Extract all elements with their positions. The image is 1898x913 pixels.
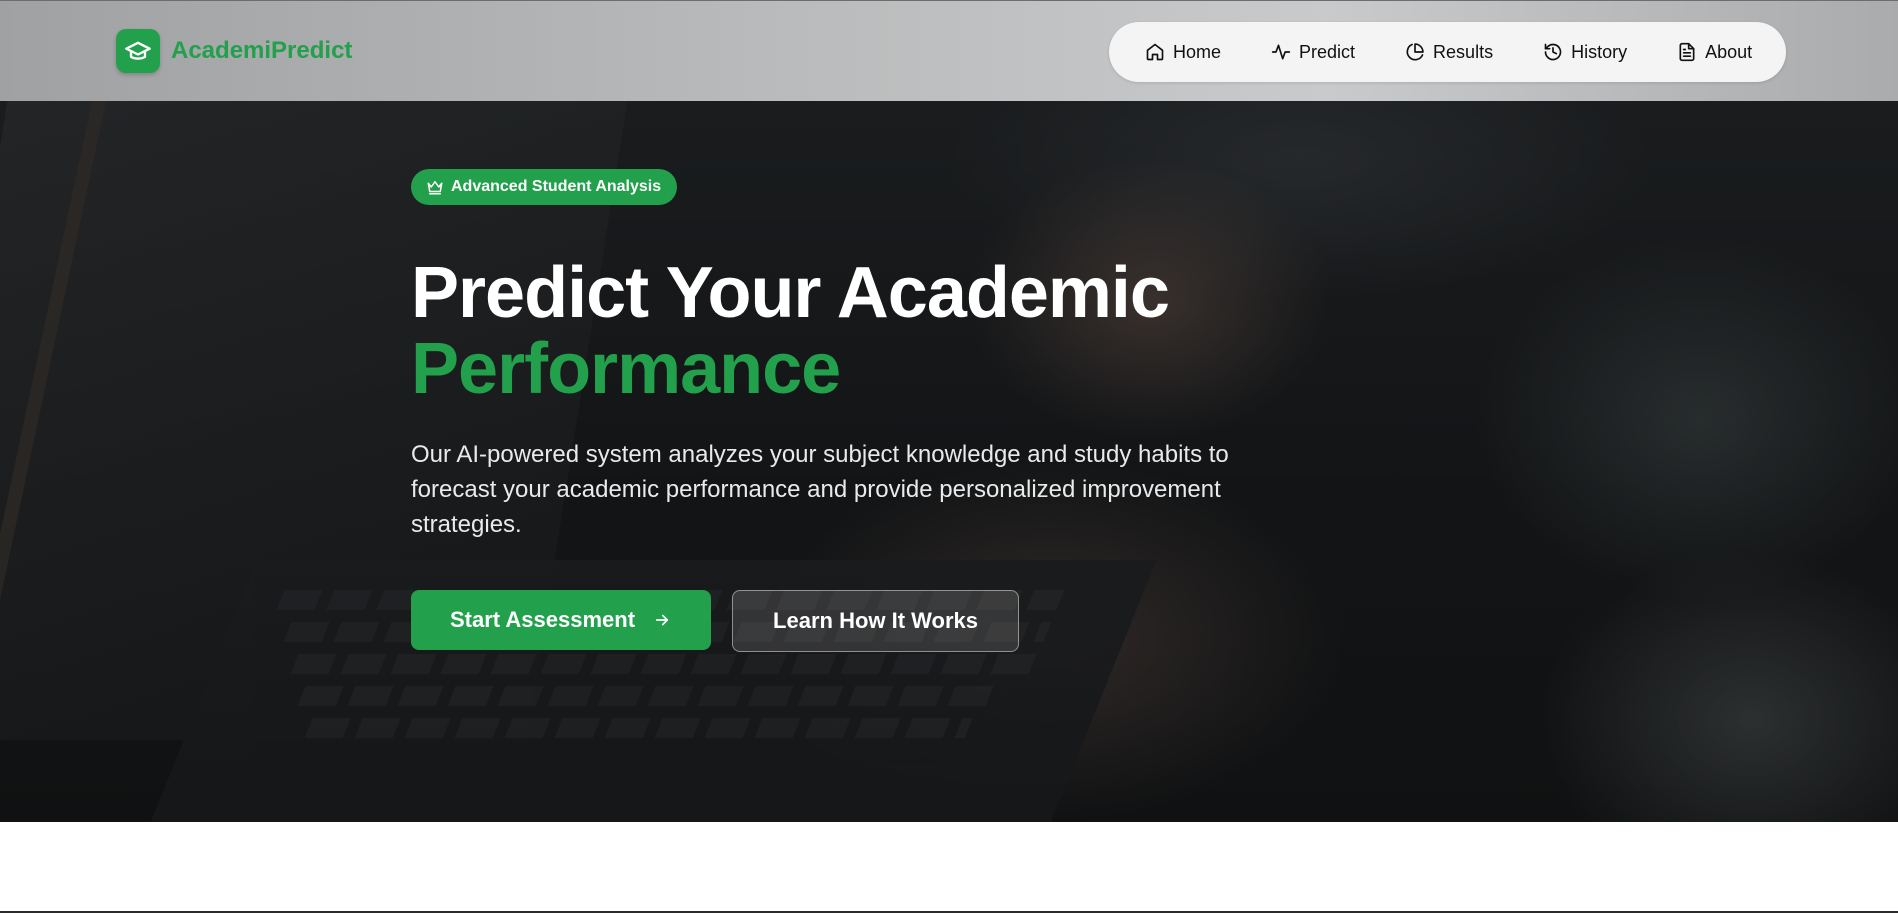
site-header: AcademiPredict Home Predict Results Hist… — [0, 0, 1898, 101]
home-icon — [1145, 42, 1165, 62]
pie-chart-icon — [1405, 42, 1425, 62]
nav-item-label: History — [1571, 41, 1628, 62]
crown-icon — [426, 178, 444, 196]
hero-title-accent: Performance — [411, 329, 841, 409]
arrow-right-icon — [653, 611, 671, 629]
hero-badge-label: Advanced Student Analysis — [451, 178, 662, 195]
hero-section: Advanced Student Analysis Predict Your A… — [0, 0, 1898, 822]
hero-title-line1: Predict Your Academic — [411, 253, 1170, 333]
nav-item-label: Predict — [1299, 41, 1356, 62]
hero-cta-row: Start Assessment Learn How It Works — [411, 590, 1251, 652]
brand[interactable]: AcademiPredict — [116, 29, 352, 73]
hero-description: Our AI-powered system analyzes your subj… — [411, 441, 1229, 538]
hero-title: Predict Your Academic Performance — [411, 255, 1251, 407]
nav-item-home[interactable]: Home — [1145, 42, 1221, 63]
nav-item-results[interactable]: Results — [1405, 42, 1493, 63]
start-assessment-label: Start Assessment — [450, 607, 636, 632]
hero-badge: Advanced Student Analysis — [411, 169, 678, 205]
main-nav: Home Predict Results History About — [1109, 22, 1786, 82]
graduation-cap-icon — [116, 29, 160, 73]
nav-item-label: Results — [1433, 41, 1494, 62]
nav-item-label: About — [1705, 41, 1753, 62]
history-icon — [1543, 42, 1563, 62]
nav-item-history[interactable]: History — [1543, 42, 1627, 63]
nav-item-about[interactable]: About — [1677, 42, 1752, 63]
learn-how-it-works-label: Learn How It Works — [773, 608, 979, 633]
hero-content: Advanced Student Analysis Predict Your A… — [411, 169, 1251, 652]
learn-how-it-works-button[interactable]: Learn How It Works — [732, 590, 1020, 652]
activity-icon — [1271, 42, 1291, 62]
start-assessment-button[interactable]: Start Assessment — [411, 590, 712, 650]
brand-name: AcademiPredict — [171, 37, 353, 64]
nav-item-label: Home — [1173, 41, 1222, 62]
nav-item-predict[interactable]: Predict — [1271, 42, 1355, 63]
document-icon — [1677, 42, 1697, 62]
